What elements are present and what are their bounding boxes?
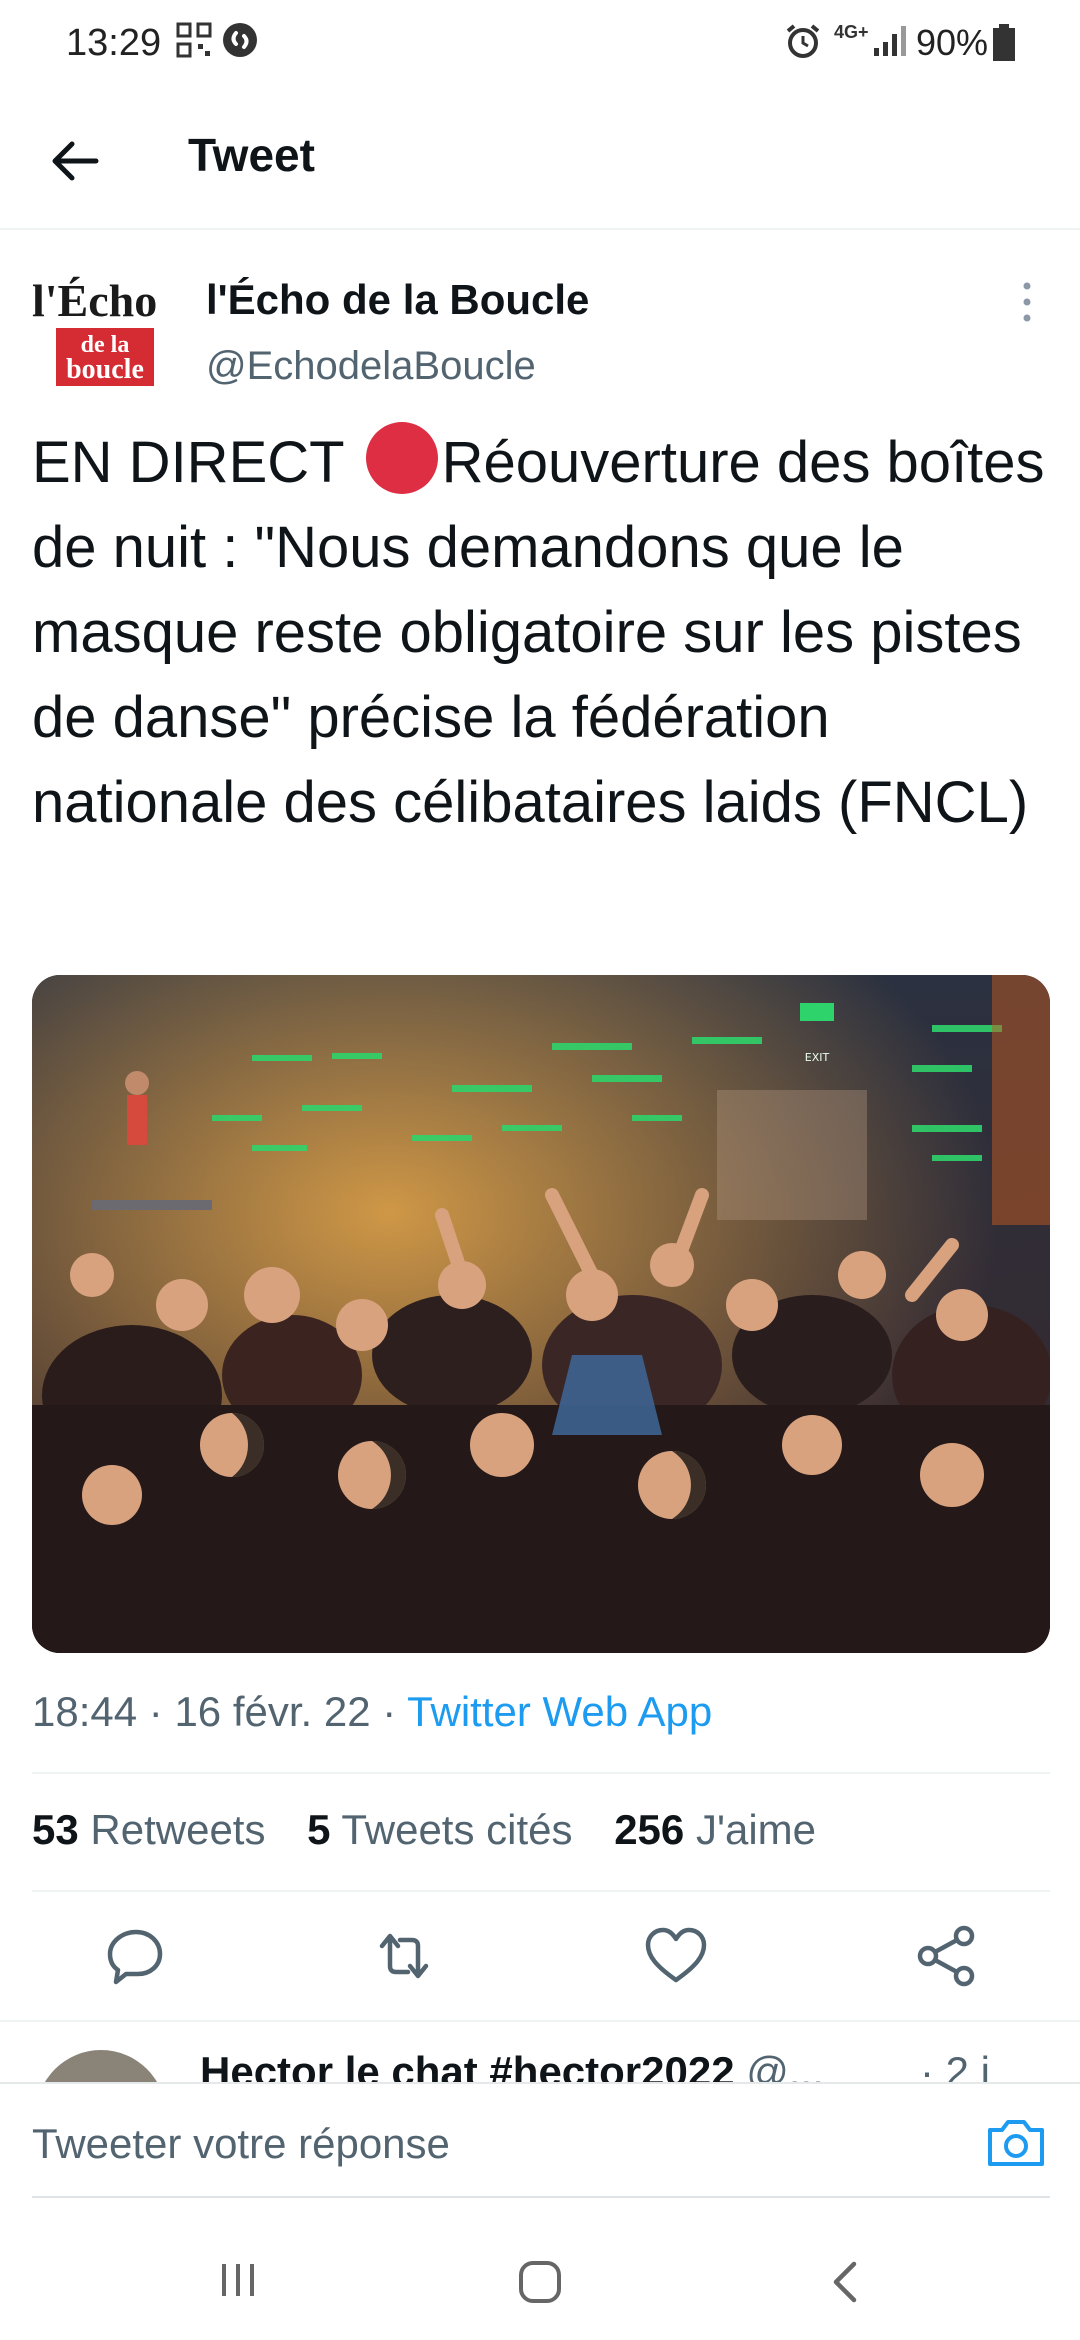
back-nav-icon[interactable] (826, 2258, 866, 2306)
divider (32, 1890, 1050, 1892)
page-title: Tweet (188, 129, 315, 181)
qr-code-icon (176, 22, 212, 58)
svg-text:EXIT: EXIT (805, 1051, 830, 1064)
retweets-stat[interactable]: 53 Retweets (32, 1806, 265, 1853)
reply-icon[interactable] (100, 1920, 172, 1992)
tweet-detail-screen: 13:29 4G+ 90% Tweet l'Écho de la boucle … (0, 0, 1080, 2340)
svg-text:l'Écho: l'Écho (32, 275, 157, 326)
reply-author-name[interactable]: Hector le chat #hector2022 @... (200, 2048, 824, 2082)
shazam-icon (223, 23, 257, 57)
tweet-photo[interactable]: EXIT (32, 975, 1050, 1653)
system-nav-bar (0, 2220, 1080, 2340)
reply-input[interactable]: Tweeter votre réponse (32, 2120, 450, 2168)
status-bar: 13:29 4G+ 90% (0, 0, 1080, 90)
more-vertical-icon[interactable] (1012, 278, 1042, 328)
alarm-icon (786, 24, 820, 58)
author-name[interactable]: l'Écho de la Boucle (206, 276, 589, 324)
avatar[interactable]: l'Écho de la boucle (30, 272, 174, 392)
tweet-meta: 18:44 · 16 févr. 22 · Twitter Web App (32, 1688, 712, 1736)
reply-composer[interactable]: Tweeter votre réponse (0, 2082, 1080, 2198)
divider (32, 1772, 1050, 1774)
reply-avatar[interactable] (36, 2050, 166, 2082)
app-header: Tweet (0, 90, 1080, 230)
camera-icon[interactable] (984, 2112, 1048, 2172)
svg-text:boucle: boucle (66, 354, 144, 385)
heart-icon[interactable] (640, 1920, 712, 1992)
tweet-date: 16 févr. 22 (174, 1688, 371, 1735)
divider (32, 2196, 1050, 2198)
share-icon[interactable] (910, 1920, 982, 1992)
network-type: 4G+ (834, 22, 869, 42)
status-time: 13:29 (66, 22, 162, 64)
recent-apps-icon[interactable] (216, 2258, 260, 2302)
home-icon[interactable] (516, 2258, 564, 2306)
section-divider (0, 2020, 1080, 2022)
tweet-source-link[interactable]: Twitter Web App (407, 1688, 712, 1735)
battery-percent: 90% (916, 22, 989, 63)
tweet-text: EN DIRECT Réouverture des boîtes de nuit… (32, 420, 1052, 845)
tweet-time: 18:44 (32, 1688, 138, 1735)
retweet-icon[interactable] (368, 1920, 440, 1992)
reply-time: · 2 j (920, 2048, 991, 2082)
signal-icon (874, 26, 906, 56)
reply-preview[interactable]: Hector le chat #hector2022 @... · 2 j (0, 2040, 1080, 2082)
nightclub-crowd-image: EXIT (32, 975, 1050, 1653)
red-circle-emoji (365, 422, 438, 494)
meta-dot: · (148, 1688, 175, 1735)
meta-dot: · (382, 1688, 408, 1735)
likes-stat[interactable]: 256 J'aime (614, 1806, 816, 1853)
echo-logo: l'Écho de la boucle (32, 275, 157, 386)
tweet-stats: 53 Retweets 5 Tweets cités 256 J'aime (32, 1806, 846, 1854)
tweet-actions (0, 1910, 1080, 2006)
battery-icon (993, 24, 1015, 61)
author-handle[interactable]: @EchodelaBoucle (206, 344, 536, 389)
quotes-stat[interactable]: 5 Tweets cités (307, 1806, 572, 1853)
arrow-left-icon[interactable] (40, 126, 110, 196)
tweet-text-prefix: EN DIRECT (32, 430, 360, 495)
